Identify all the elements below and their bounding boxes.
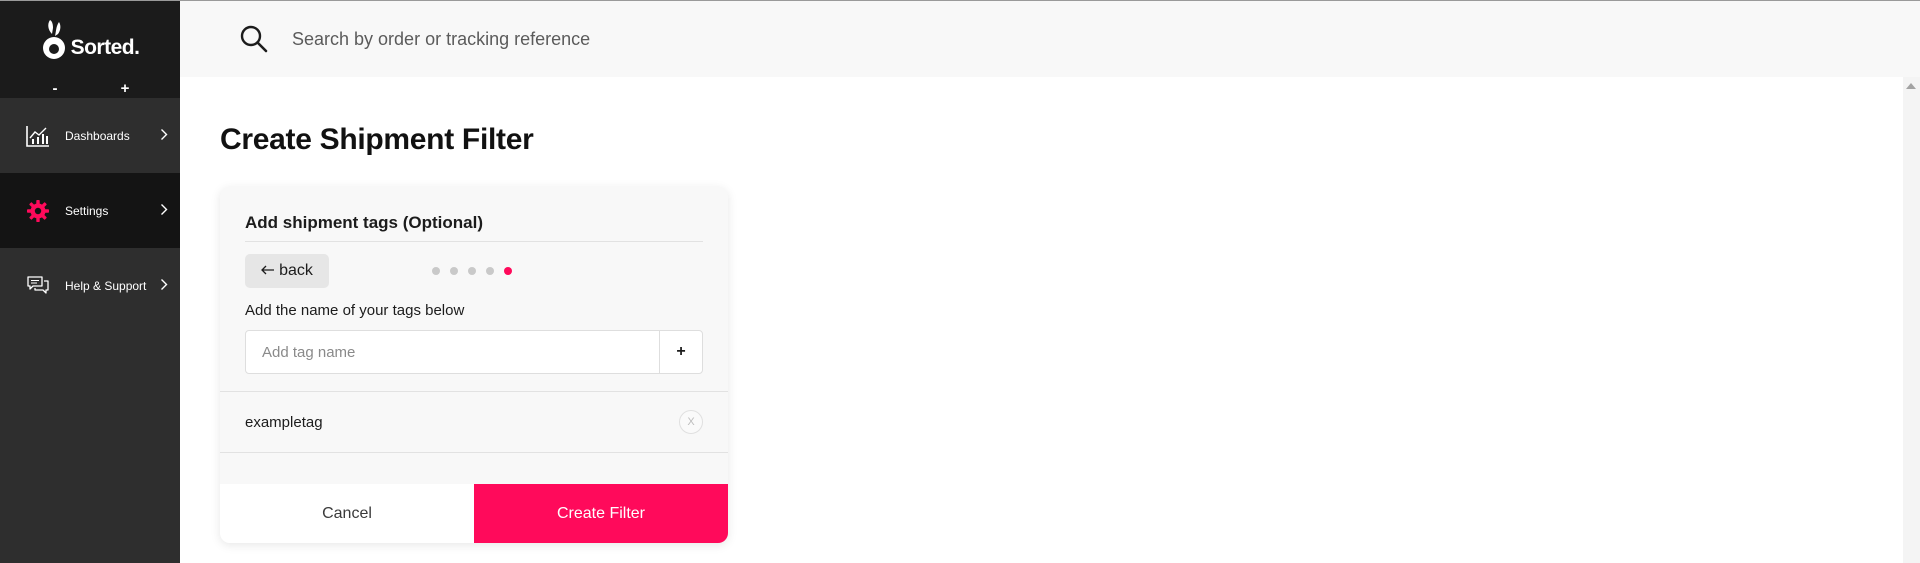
divider: [245, 241, 703, 242]
zoom-out-button[interactable]: -: [35, 80, 75, 97]
step-indicator: [432, 267, 512, 275]
chevron-right-icon: [160, 128, 168, 143]
zoom-controls: - +: [0, 78, 180, 98]
tag-name: exampletag: [245, 413, 323, 431]
chart-icon: [25, 123, 51, 149]
search-input[interactable]: [292, 28, 992, 50]
main-content: Create Shipment Filter Add shipment tags…: [180, 77, 1920, 563]
tag-field-label: Add the name of your tags below: [245, 302, 465, 319]
step-dot: [486, 267, 494, 275]
page-title: Create Shipment Filter: [220, 123, 534, 156]
sidebar-item-label: Settings: [65, 203, 109, 218]
chat-icon: [25, 273, 51, 299]
sorted-logo-icon: [42, 19, 65, 59]
add-tag-button[interactable]: +: [659, 331, 702, 373]
back-label: back: [279, 262, 313, 279]
zoom-in-button[interactable]: +: [105, 80, 145, 97]
top-search-bar: [180, 0, 1920, 77]
brand-logo[interactable]: Sorted.: [41, 18, 140, 62]
sidebar-item-label: Dashboards: [65, 128, 130, 143]
tag-name-input[interactable]: [246, 331, 659, 373]
step-dot-current: [504, 267, 512, 275]
sidebar-item-help-support[interactable]: Help & Support: [0, 248, 180, 323]
step-dot: [432, 267, 440, 275]
step-dot: [468, 267, 476, 275]
card-footer: Cancel Create Filter: [220, 484, 728, 543]
tag-input-group: +: [245, 330, 703, 374]
create-filter-button[interactable]: Create Filter: [474, 484, 728, 543]
chevron-right-icon: [160, 278, 168, 293]
divider: [220, 452, 728, 453]
scroll-up-icon[interactable]: [1906, 83, 1916, 89]
remove-tag-button[interactable]: X: [679, 410, 703, 434]
sidebar-item-dashboards[interactable]: Dashboards: [0, 98, 180, 173]
shipment-filter-card: Add shipment tags (Optional) back Add th…: [220, 187, 728, 543]
chevron-right-icon: [160, 203, 168, 218]
sidebar-item-label: Help & Support: [65, 278, 147, 293]
card-title: Add shipment tags (Optional): [245, 213, 483, 232]
gear-icon: [25, 198, 51, 224]
sidebar: Sorted. - + Dashboards Settings Help & S…: [0, 0, 180, 563]
cancel-button[interactable]: Cancel: [220, 484, 474, 543]
vertical-scrollbar[interactable]: [1903, 77, 1920, 563]
brand-name: Sorted.: [70, 35, 140, 59]
back-button[interactable]: back: [245, 254, 329, 288]
step-dot: [450, 267, 458, 275]
search-icon[interactable]: [238, 23, 270, 55]
arrow-left-icon: [261, 262, 275, 280]
logo-area: Sorted.: [0, 1, 180, 78]
sidebar-item-settings[interactable]: Settings: [0, 173, 180, 248]
list-item: exampletag X: [220, 392, 728, 452]
